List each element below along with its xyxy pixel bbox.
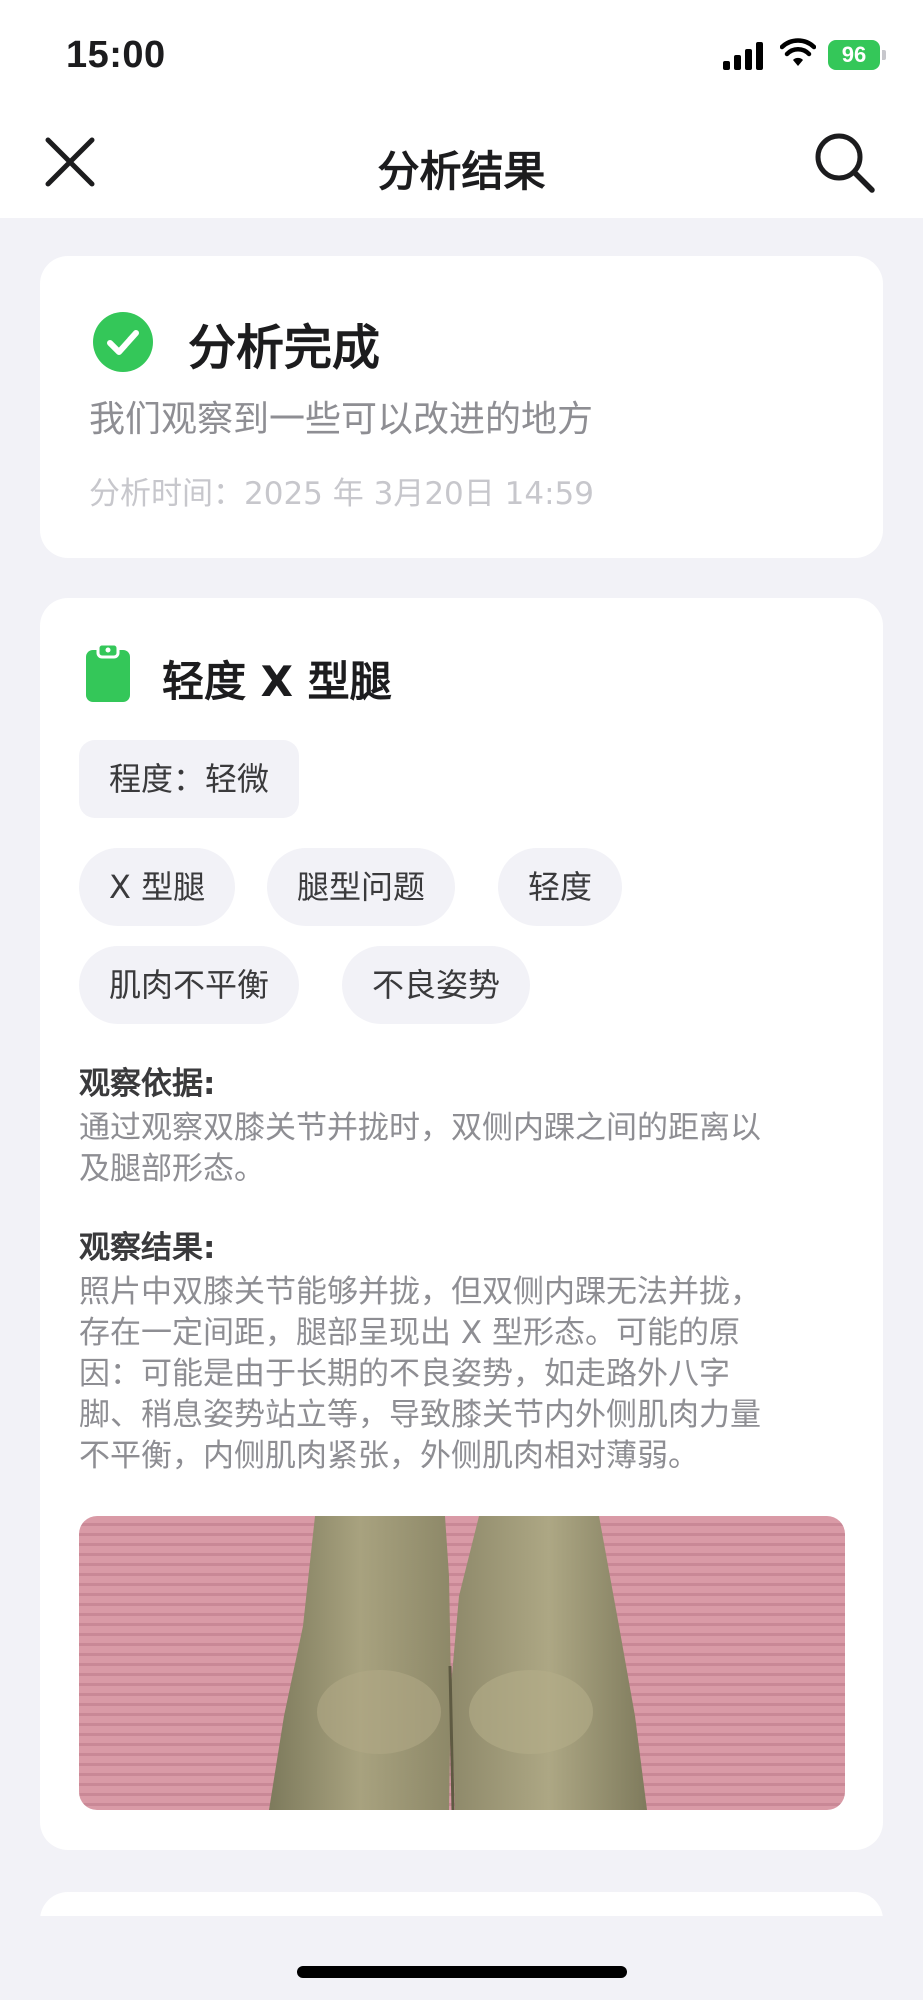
basis-line: 及腿部形态。 [79,1151,265,1187]
result-text: 照片中双膝关节能够并拢，但双侧内踝无法并拢， 存在一定间距，腿部呈现出 X 型形… [79,1272,859,1477]
basis-text: 通过观察双膝关节并拢时，双侧内踝之间的距离以 及腿部形态。 [79,1108,859,1190]
tag-chip: 不良姿势 [342,946,531,1024]
condition-title: 轻度 X 型腿 [162,657,392,706]
home-area [0,1916,923,2000]
status-bar: 15:00 96 [0,0,923,110]
tag-chip: 腿型问题 [267,848,456,926]
summary-card: 分析完成 我们观察到一些可以改进的地方 分析时间：2025 年 3月20日 14… [40,256,883,558]
check-circle-icon [93,312,153,372]
analysis-time: 分析时间：2025 年 3月20日 14:59 [89,476,594,512]
result-label: 观察结果: [79,1230,216,1266]
tag-chip: 肌肉不平衡 [79,946,300,1024]
basis-label: 观察依据: [79,1066,216,1102]
search-icon[interactable] [812,130,878,196]
summary-title: 分析完成 [188,320,381,376]
status-time: 15:00 [66,34,166,76]
battery-level: 96 [841,42,867,67]
legs-photo[interactable] [79,1516,845,1810]
signal-icon [723,42,763,70]
severity-badge: 程度：轻微 [79,740,300,818]
clipboard-icon [86,644,130,702]
result-line: 照片中双膝关节能够并拢，但双侧内踝无法并拢， [79,1274,761,1310]
result-line: 脚、稍息姿势站立等，导致膝关节内外侧肌肉力量 [79,1397,761,1433]
result-line: 存在一定间距，腿部呈现出 X 型形态。可能的原 [79,1315,740,1351]
screen: 15:00 96 分析结果 分析完成 我们观察到一些可以改进的地方 分析时间：2… [0,0,923,2000]
tag-chip: X 型腿 [79,848,236,926]
result-line: 不平衡，内侧肌肉紧张，外侧肌肉相对薄弱。 [79,1438,699,1474]
tag-chip: 轻度 [498,848,623,926]
battery-cap [882,50,886,60]
result-card: 轻度 X 型腿 程度：轻微 X 型腿 腿型问题 轻度 肌肉不平衡 不良姿势 观察… [40,598,883,1850]
nav-bar: 分析结果 [0,110,923,218]
wifi-icon [780,38,816,66]
home-indicator[interactable] [297,1966,627,1978]
summary-subtitle: 我们观察到一些可以改进的地方 [89,399,594,440]
result-line: 因：可能是由于长期的不良姿势，如走路外八字 [79,1356,730,1392]
page-title: 分析结果 [377,147,546,196]
basis-line: 通过观察双膝关节并拢时，双侧内踝之间的距离以 [79,1110,761,1146]
battery-icon: 96 [828,40,886,70]
